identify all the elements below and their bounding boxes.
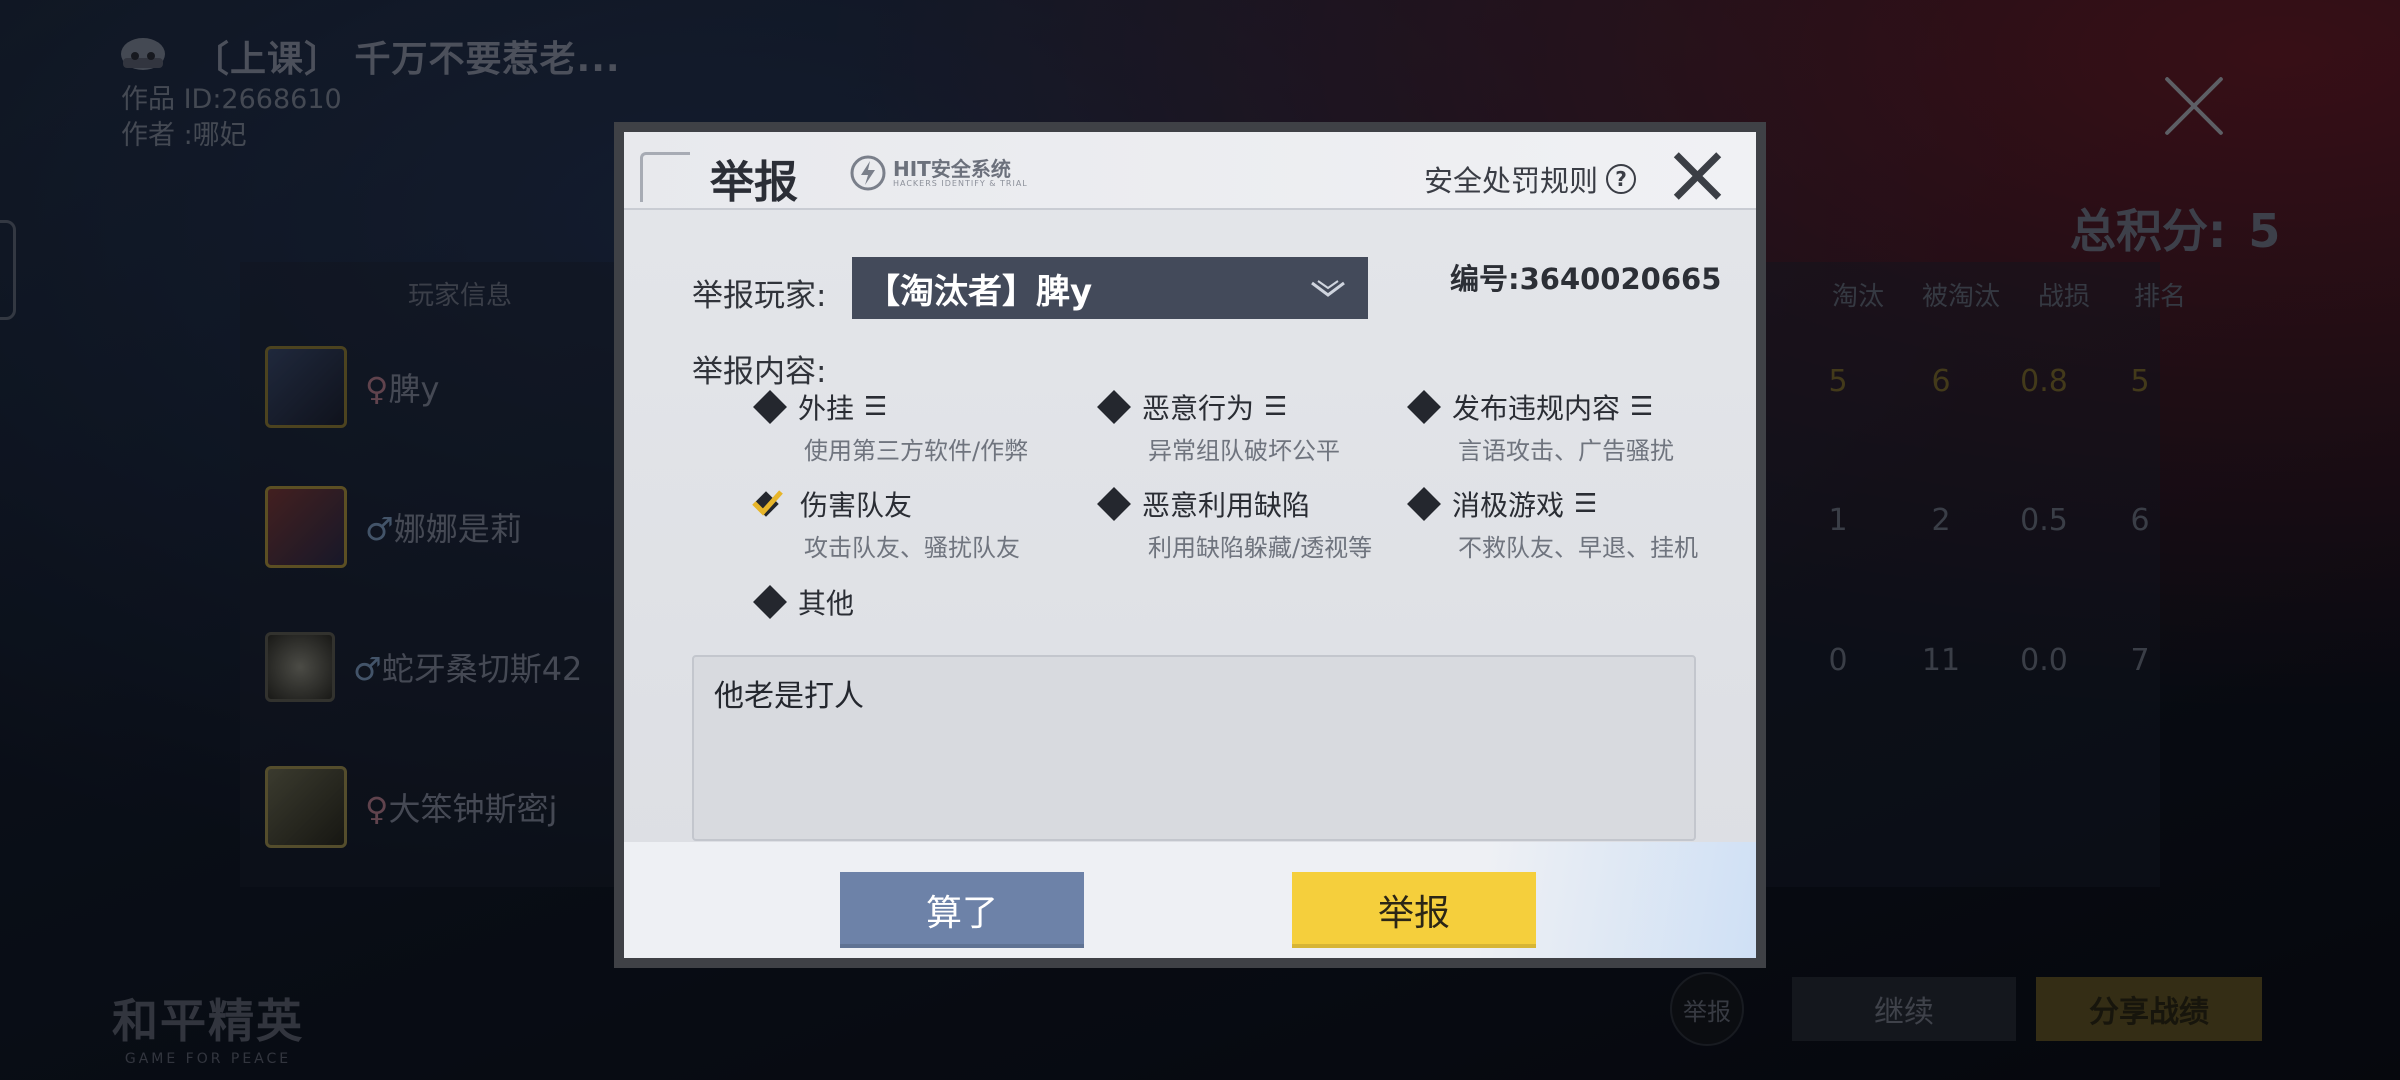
report-player-label: 举报玩家:	[692, 278, 827, 314]
details-icon[interactable]: ☰	[864, 392, 887, 422]
hit-logo-subtext: HACKERS IDENTIFY & TRIAL	[893, 178, 1028, 188]
chevron-down-icon	[1311, 280, 1345, 297]
option-label: 发布违规内容	[1452, 392, 1621, 425]
unchecked-diamond-icon	[1407, 390, 1441, 424]
selected-player: 【淘汰者】脾y	[866, 271, 1093, 312]
option-label: 消极游戏	[1452, 489, 1565, 522]
option-desc: 利用缺陷躲藏/透视等	[1148, 534, 1373, 562]
dialog-title: 举报	[710, 157, 798, 208]
unchecked-diamond-icon	[1407, 487, 1441, 521]
lightning-shield-icon	[850, 155, 886, 191]
option-label: 外挂	[798, 392, 855, 425]
submit-report-button[interactable]: 举报	[1292, 872, 1536, 948]
option-label: 其他	[798, 587, 855, 620]
report-content-label: 举报内容:	[692, 354, 827, 390]
dialog-titlebar: 举报 HIT安全系统 HACKERS IDENTIFY & TRIAL 安全处罚…	[624, 132, 1756, 210]
option-desc: 异常组队破坏公平	[1148, 437, 1340, 465]
option-malicious-behavior[interactable]: 恶意行为 ☰ 异常组队破坏公平	[1097, 387, 1340, 466]
option-desc: 不救队友、早退、挂机	[1458, 534, 1698, 562]
report-description-input[interactable]: 他老是打人	[692, 655, 1696, 841]
player-select[interactable]: 【淘汰者】脾y	[852, 257, 1368, 319]
option-desc: 攻击队友、骚扰队友	[804, 534, 1020, 562]
option-cheating[interactable]: 外挂 ☰ 使用第三方软件/作弊	[753, 387, 1029, 466]
option-label: 恶意利用缺陷	[1142, 489, 1311, 522]
unchecked-diamond-icon	[753, 585, 787, 619]
option-desc: 使用第三方软件/作弊	[804, 437, 1029, 465]
details-icon[interactable]: ☰	[1264, 392, 1287, 422]
report-dialog: 举报 HIT安全系统 HACKERS IDENTIFY & TRIAL 安全处罚…	[614, 122, 1766, 968]
penalty-rules-label: 安全处罚规则	[1424, 164, 1599, 198]
hit-logo-text: HIT安全系统	[893, 156, 1011, 181]
close-icon[interactable]	[1672, 150, 1724, 202]
option-label: 恶意行为	[1142, 392, 1255, 425]
option-exploit-bugs[interactable]: 恶意利用缺陷 利用缺陷躲藏/透视等	[1097, 484, 1373, 563]
details-icon[interactable]: ☰	[1630, 392, 1653, 422]
option-violating-content[interactable]: 发布违规内容 ☰ 言语攻击、广告骚扰	[1407, 387, 1674, 466]
option-passive-play[interactable]: 消极游戏 ☰ 不救队友、早退、挂机	[1407, 484, 1698, 563]
checked-diamond-icon	[752, 490, 783, 517]
dialog-footer	[624, 842, 1756, 958]
option-teammate-harm[interactable]: 伤害队友 攻击队友、骚扰队友	[750, 484, 1020, 563]
unchecked-diamond-icon	[753, 390, 787, 424]
corner-decoration	[640, 152, 690, 202]
unchecked-diamond-icon	[1097, 390, 1131, 424]
report-id: 编号:3640020665	[1450, 262, 1722, 296]
option-desc: 言语攻击、广告骚扰	[1458, 437, 1674, 465]
cancel-button[interactable]: 算了	[840, 872, 1084, 948]
penalty-rules-link[interactable]: 安全处罚规则 ?	[1424, 158, 1637, 200]
details-icon[interactable]: ☰	[1574, 489, 1597, 519]
hit-security-logo: HIT安全系统 HACKERS IDENTIFY & TRIAL	[849, 154, 1028, 192]
option-other[interactable]: 其他	[753, 582, 855, 622]
question-icon[interactable]: ?	[1606, 164, 1637, 194]
option-label: 伤害队友	[800, 489, 913, 522]
unchecked-diamond-icon	[1097, 487, 1131, 521]
